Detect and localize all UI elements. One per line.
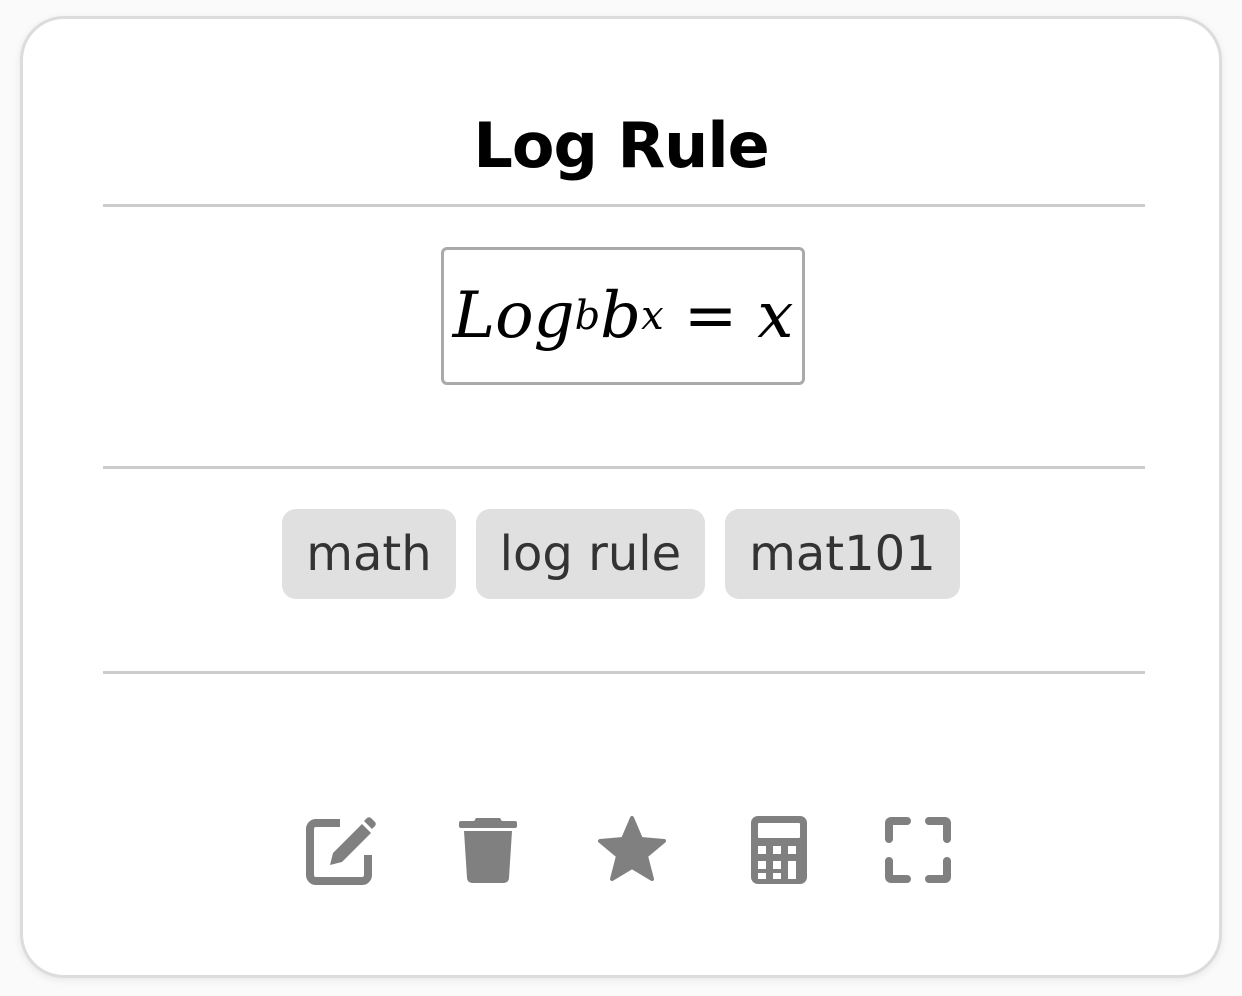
tag-log-rule[interactable]: log rule bbox=[475, 509, 706, 599]
star-icon[interactable] bbox=[597, 815, 667, 885]
edit-icon[interactable] bbox=[306, 815, 376, 885]
divider bbox=[103, 204, 1145, 207]
tag-math[interactable]: math bbox=[282, 509, 456, 599]
tag-mat101[interactable]: mat101 bbox=[725, 509, 960, 599]
formula-box: Log b b x = x bbox=[441, 247, 805, 385]
formula-log: Log bbox=[452, 279, 575, 353]
action-bar bbox=[23, 815, 1219, 885]
trash-icon[interactable] bbox=[453, 815, 523, 885]
calculator-icon[interactable] bbox=[746, 815, 816, 885]
formula-term: b bbox=[600, 279, 642, 353]
formula-card: Log Rule Log b b x = x math log rule mat101 bbox=[20, 16, 1222, 978]
divider bbox=[103, 466, 1145, 469]
formula-equals: = bbox=[683, 279, 738, 353]
card-title: Log Rule bbox=[473, 109, 769, 182]
formula-result: x bbox=[757, 279, 794, 353]
expand-icon[interactable] bbox=[883, 815, 953, 885]
tag-list: math log rule mat101 bbox=[23, 509, 1219, 599]
divider bbox=[103, 671, 1145, 674]
